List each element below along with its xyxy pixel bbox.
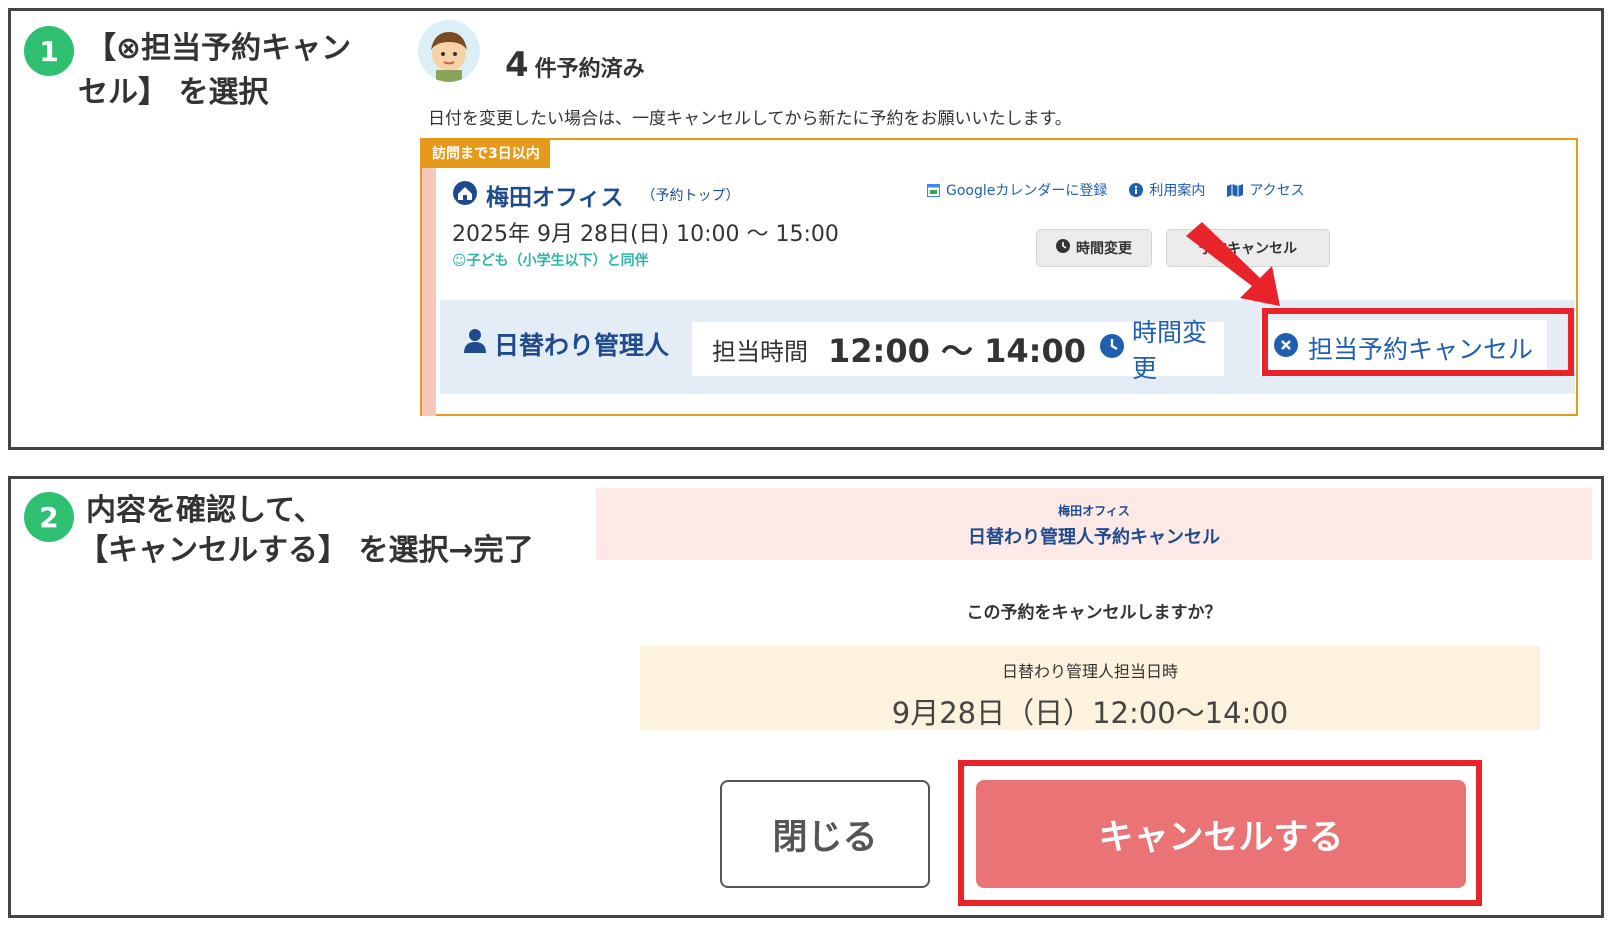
info-icon bbox=[1129, 183, 1144, 197]
highlight-staff-cancel bbox=[1262, 308, 1574, 376]
staff-date-label: 日替わり管理人担当日時 bbox=[1001, 662, 1178, 681]
staff-time-box: 担当時間 12:00 〜 14:00 bbox=[692, 322, 1160, 376]
step2-badge: 2 bbox=[24, 492, 74, 542]
clock-icon bbox=[1056, 239, 1070, 257]
map-icon bbox=[1227, 183, 1244, 197]
staff-time-label: 担当時間 bbox=[712, 337, 808, 366]
guide-label: 利用案内 bbox=[1149, 183, 1206, 199]
reservation-count: 4 件予約済み bbox=[505, 45, 645, 85]
office-name[interactable]: 梅田オフィス bbox=[486, 178, 624, 212]
cancel-question: この予約をキャンセルしますか？ bbox=[966, 603, 1222, 623]
staff-time-value: 12:00 〜 14:00 bbox=[828, 332, 1087, 370]
visit-soon-tag: 訪問まで3日以内 bbox=[422, 140, 550, 168]
staff-date-box: 日替わり管理人担当日時 9月28日（日）12:00〜14:00 bbox=[640, 646, 1540, 730]
access-label: アクセス bbox=[1249, 183, 1305, 199]
step1-badge: 1 bbox=[24, 26, 74, 76]
red-arrow-icon bbox=[1186, 222, 1280, 306]
staff-time-change-button[interactable]: 時間変更 bbox=[1092, 318, 1224, 383]
google-calendar-label: Googleカレンダーに登録 bbox=[946, 183, 1108, 199]
google-calendar-link[interactable]: Googleカレンダーに登録 bbox=[927, 180, 1107, 200]
clock-icon bbox=[1100, 334, 1124, 364]
reservation-count-number: 4 bbox=[505, 45, 529, 85]
office-icon bbox=[452, 180, 478, 210]
card-links: Googleカレンダーに登録 利用案内 アクセス bbox=[927, 180, 1305, 200]
change-date-note: 日付を変更したい場合は、一度キャンセルしてから新たに予約をお願いいたします。 bbox=[428, 109, 1072, 129]
staff-time-change-label: 時間変更 bbox=[1132, 318, 1208, 383]
step2-line2: 【キャンセルする】 を選択→完了 bbox=[78, 533, 534, 568]
time-change-label: 時間変更 bbox=[1076, 241, 1132, 257]
staff-name-label: 日替わり管理人 bbox=[494, 331, 670, 360]
reservation-datetime: 2025年 9月 28日(日) 10:00 〜 15:00 bbox=[452, 222, 839, 247]
office-row: 梅田オフィス （予約トップ） bbox=[452, 178, 740, 212]
time-change-button[interactable]: 時間変更 bbox=[1036, 229, 1152, 267]
step2-line1: 内容を確認して、 bbox=[86, 493, 324, 528]
modal-title: 日替わり管理人予約キャンセル bbox=[968, 527, 1220, 548]
highlight-confirm-cancel bbox=[958, 760, 1482, 906]
modal-header: 梅田オフィス 日替わり管理人予約キャンセル bbox=[596, 488, 1592, 560]
card-left-bar bbox=[422, 168, 436, 416]
access-link[interactable]: アクセス bbox=[1227, 180, 1305, 200]
staff-name: 日替わり管理人 bbox=[464, 326, 669, 362]
office-top-link[interactable]: （予約トップ） bbox=[642, 185, 740, 205]
companion-note: ☺子ども（小学生以下）と同伴 bbox=[452, 253, 649, 269]
reservation-count-suffix: 件予約済み bbox=[534, 57, 645, 82]
calendar-icon bbox=[927, 183, 940, 197]
close-button[interactable]: 閉じる bbox=[720, 780, 930, 888]
step1-line1: 【⊗担当予約キャン bbox=[86, 31, 352, 66]
person-icon bbox=[464, 329, 486, 359]
modal-office: 梅田オフィス bbox=[1058, 504, 1130, 518]
guide-link[interactable]: 利用案内 bbox=[1129, 180, 1205, 200]
staff-date-value: 9月28日（日）12:00〜14:00 bbox=[891, 696, 1289, 730]
avatar bbox=[418, 20, 480, 82]
step1-line2: セル】 を選択 bbox=[78, 75, 269, 110]
